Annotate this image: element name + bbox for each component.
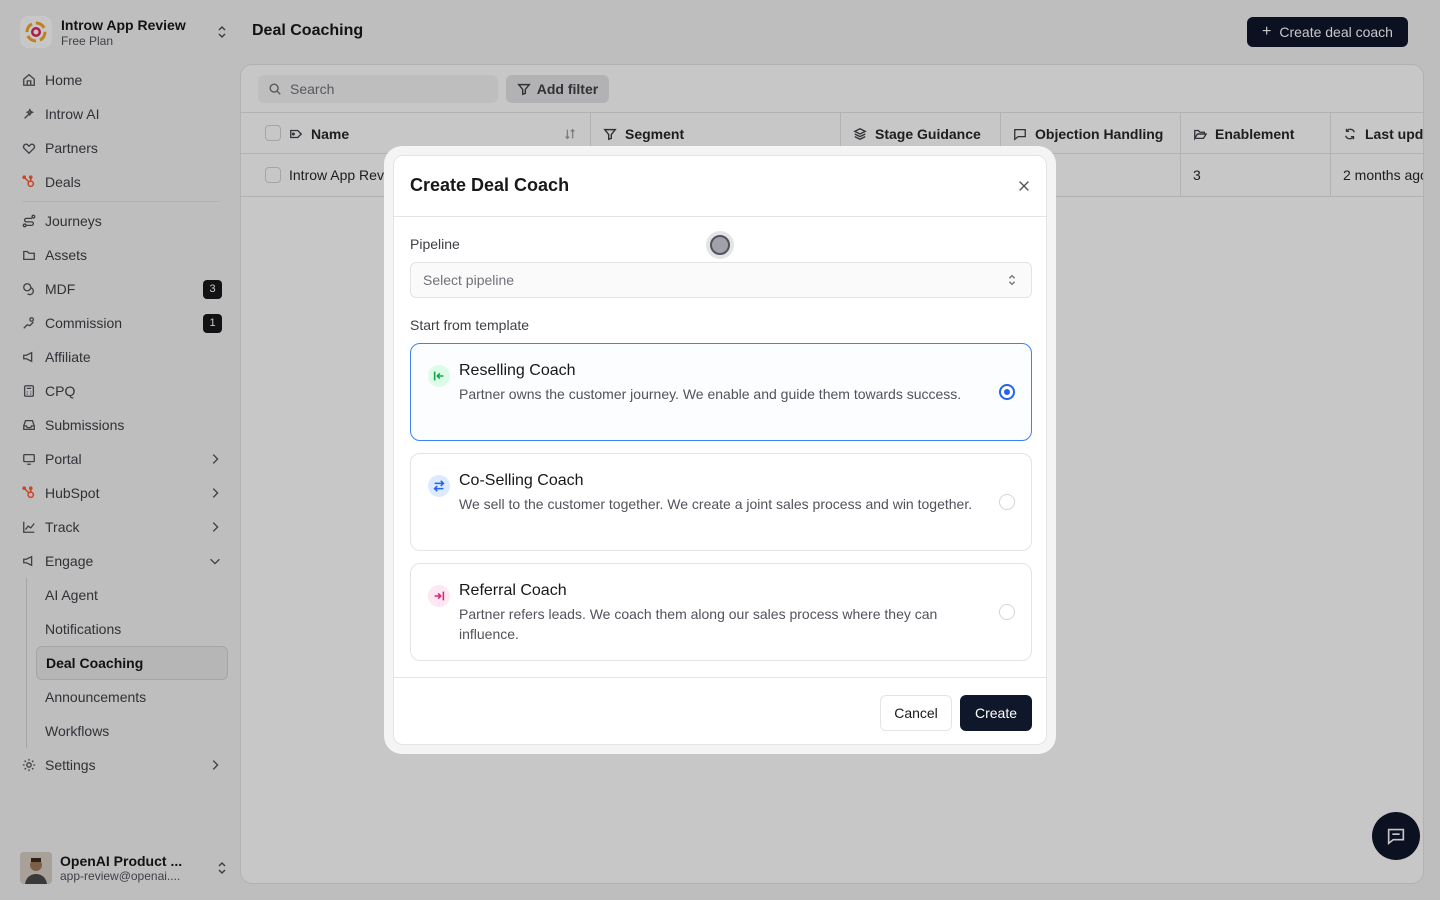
template-radio-co-selling[interactable] [999, 494, 1015, 510]
close-icon[interactable] [1017, 179, 1031, 193]
pipeline-placeholder: Select pipeline [423, 272, 515, 288]
arrows-left-right-icon [428, 475, 450, 497]
template-card-co-selling[interactable]: Co-Selling Coach We sell to the customer… [410, 453, 1032, 551]
chevrons-up-down-icon [1008, 274, 1016, 286]
create-button[interactable]: Create [960, 695, 1032, 731]
template-title: Referral Coach [459, 582, 567, 599]
template-radio-reselling[interactable] [999, 384, 1015, 400]
dialog-title: Create Deal Coach [410, 175, 570, 195]
template-description: Partner owns the customer journey. We en… [459, 386, 962, 402]
arrow-left-to-line-icon [428, 365, 450, 387]
template-card-reselling[interactable]: Reselling Coach Partner owns the custome… [410, 343, 1032, 441]
dialog-footer: Cancel Create [394, 677, 1046, 744]
template-label: Start from template [410, 317, 530, 333]
dialog-header: Create Deal Coach [394, 156, 1046, 217]
arrow-right-to-line-icon [428, 585, 450, 607]
template-description: Partner refers leads. We coach them alon… [459, 606, 938, 642]
pipeline-label: Pipeline [410, 236, 460, 252]
template-radio-referral[interactable] [999, 604, 1015, 620]
template-description: We sell to the customer together. We cre… [459, 496, 973, 512]
create-deal-coach-dialog: Create Deal Coach Pipeline Select pipeli… [393, 155, 1047, 745]
template-card-referral[interactable]: Referral Coach Partner refers leads. We … [410, 563, 1032, 661]
pipeline-select[interactable]: Select pipeline [410, 262, 1032, 298]
loading-spinner-icon [706, 231, 734, 259]
cancel-button[interactable]: Cancel [880, 695, 952, 731]
template-title: Reselling Coach [459, 362, 576, 379]
template-title: Co-Selling Coach [459, 472, 584, 489]
